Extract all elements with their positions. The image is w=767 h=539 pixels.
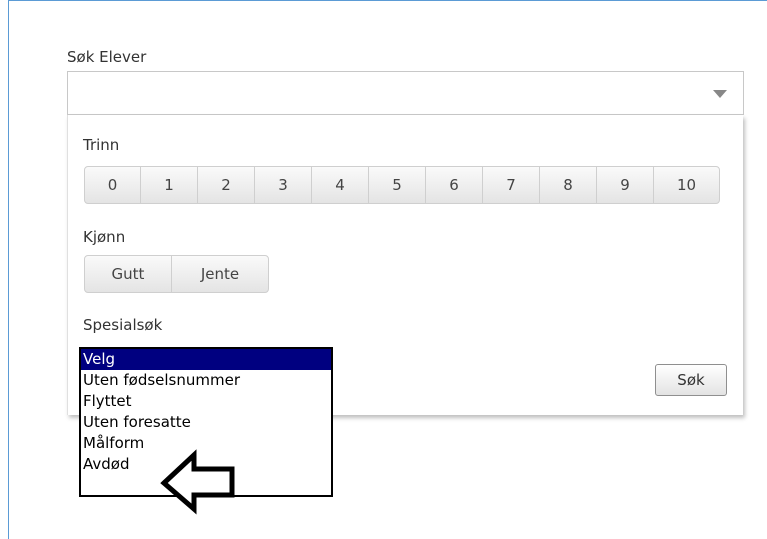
listbox-option-uten-foresatte[interactable]: Uten foresatte <box>81 412 331 433</box>
spesialsok-label: Spesialsøk <box>83 316 163 334</box>
trinn-option[interactable]: 8 <box>539 166 597 204</box>
trinn-option[interactable]: 10 <box>653 166 720 204</box>
trinn-option[interactable]: 6 <box>425 166 483 204</box>
listbox-option-flyttet[interactable]: Flyttet <box>81 391 331 412</box>
student-search-combobox[interactable] <box>67 71 744 115</box>
trinn-option[interactable]: 9 <box>596 166 654 204</box>
trinn-option[interactable]: 3 <box>254 166 312 204</box>
kjonn-option-gutt[interactable]: Gutt <box>84 255 172 293</box>
kjonn-label: Kjønn <box>83 228 126 246</box>
kjonn-segmented-control: Gutt Jente <box>84 255 269 293</box>
chevron-down-icon[interactable] <box>713 90 727 98</box>
listbox-option-velg[interactable]: Velg <box>81 349 331 370</box>
kjonn-option-jente[interactable]: Jente <box>171 255 269 293</box>
trinn-option[interactable]: 7 <box>482 166 540 204</box>
trinn-option[interactable]: 0 <box>84 166 141 204</box>
search-title: Søk Elever <box>67 48 147 66</box>
trinn-option[interactable]: 4 <box>311 166 369 204</box>
trinn-option[interactable]: 2 <box>197 166 255 204</box>
trinn-option[interactable]: 1 <box>140 166 198 204</box>
search-button[interactable]: Søk <box>655 364 727 396</box>
arrow-left-icon <box>160 449 235 515</box>
trinn-segmented-control: 0 1 2 3 4 5 6 7 8 9 10 <box>84 166 720 204</box>
trinn-label: Trinn <box>83 136 120 154</box>
listbox-option-uten-fodselsnummer[interactable]: Uten fødselsnummer <box>81 370 331 391</box>
trinn-option[interactable]: 5 <box>368 166 426 204</box>
